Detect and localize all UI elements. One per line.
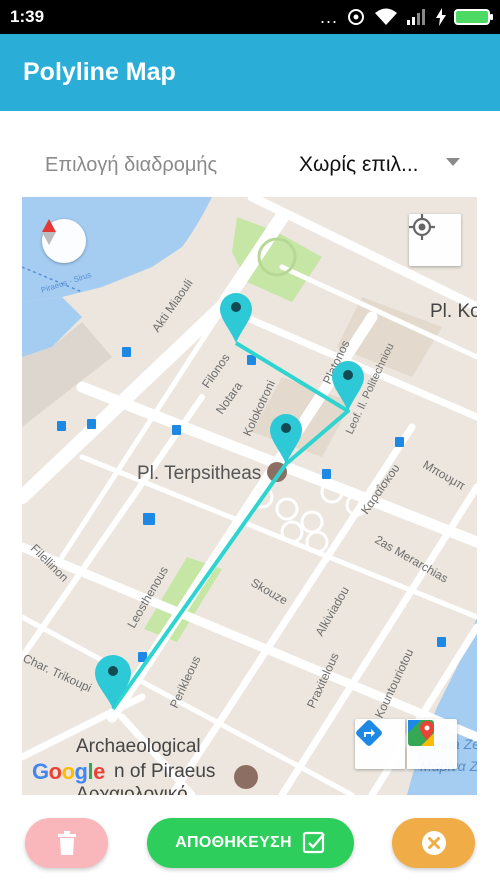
compass-icon	[42, 219, 56, 245]
route-selector-value[interactable]: Χωρίς επιλ...	[299, 153, 419, 177]
compass-button[interactable]	[42, 219, 86, 263]
status-time: 1:39	[10, 7, 45, 26]
google-logo-letter: G	[32, 759, 49, 784]
google-maps-icon	[408, 720, 434, 746]
charging-icon	[436, 8, 446, 26]
check-square-icon	[302, 831, 325, 854]
cancel-button[interactable]	[392, 818, 475, 868]
app-bar: Polyline Map	[0, 34, 500, 111]
save-button-label: ΑΠΟΘΗΚΕΥΣΗ	[175, 834, 292, 851]
map-marker-dot	[231, 302, 241, 312]
google-logo-letter: o	[48, 759, 62, 784]
google-logo-letter: e	[93, 759, 105, 784]
app-title: Polyline Map	[23, 58, 176, 86]
status-icons: ...	[319, 6, 493, 28]
signal-icon	[407, 9, 425, 25]
google-maps-button[interactable]	[407, 719, 457, 769]
trash-icon	[57, 831, 76, 855]
sync-icon	[348, 9, 364, 25]
route-selector[interactable]: Επιλογή διαδρομής Χωρίς επιλ...	[0, 140, 500, 190]
notification-dots-icon: ...	[319, 6, 338, 27]
delete-button[interactable]	[25, 818, 108, 868]
map-canvas[interactable]: Pl. Ko Akti Miaouli Filonos Notara Kolok…	[22, 197, 477, 795]
map-label-poi: Αρχαιολογικό	[76, 784, 188, 795]
directions-button[interactable]	[355, 719, 405, 769]
close-circle-icon	[421, 831, 446, 855]
dropdown-caret-icon[interactable]	[446, 158, 460, 166]
map-label-area: Pl. Ko	[430, 301, 477, 322]
directions-icon	[356, 720, 382, 746]
map-marker-dot	[343, 370, 353, 380]
battery-icon	[454, 9, 493, 25]
save-button[interactable]: ΑΠΟΘΗΚΕΥΣΗ	[147, 818, 354, 868]
google-logo-letter: o	[61, 759, 75, 784]
wifi-icon	[375, 8, 397, 25]
map-view[interactable]: Pl. Ko Akti Miaouli Filonos Notara Kolok…	[22, 197, 477, 795]
google-logo: Google	[32, 759, 105, 785]
status-bar: 1:39 ...	[0, 0, 500, 34]
museum-poi-icon	[234, 765, 258, 789]
crosshair-icon	[409, 214, 435, 240]
map-label-square: Pl. Terpsitheas	[137, 463, 261, 484]
map-marker-dot	[108, 666, 118, 676]
map-label-poi: n of Piraeus	[114, 761, 215, 782]
map-label-poi: Archaeological	[76, 736, 201, 757]
route-selector-label: Επιλογή διαδρομής	[45, 153, 218, 176]
map-marker-dot	[281, 423, 291, 433]
my-location-button[interactable]	[409, 214, 461, 266]
app-screen: 1:39 ... Polyline Map Επιλογή διαδρομής …	[0, 0, 500, 889]
google-logo-letter: g	[74, 759, 88, 784]
